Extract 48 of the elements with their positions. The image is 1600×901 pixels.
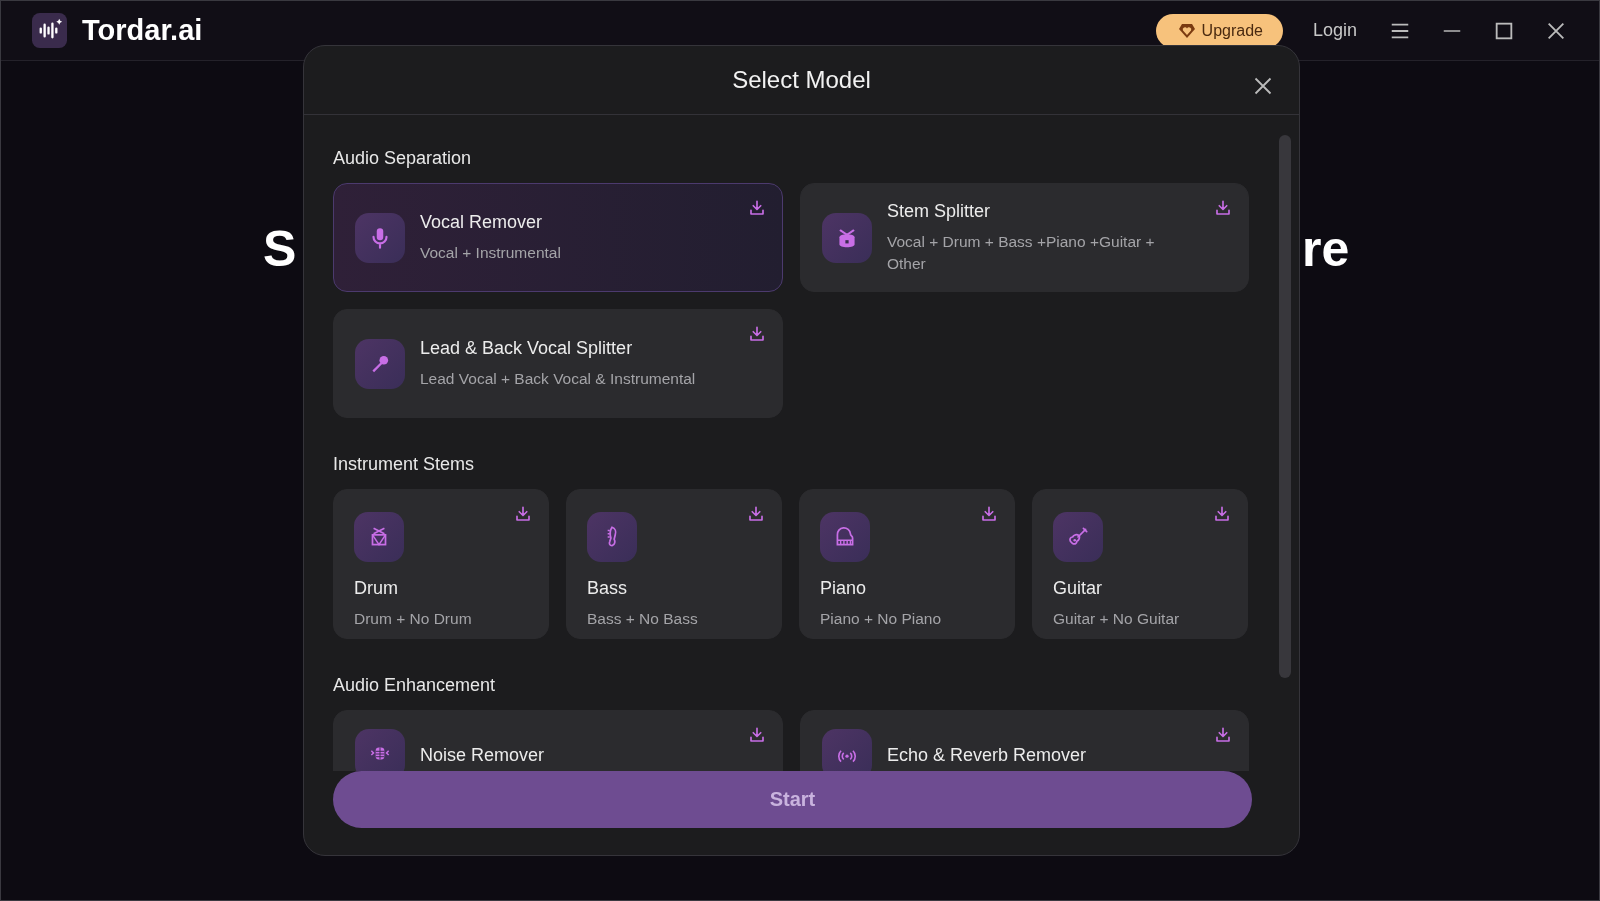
model-description: Drum + No Drum: [354, 609, 473, 629]
download-icon: [748, 726, 766, 744]
model-card[interactable]: Vocal Remover Vocal + Instrumental: [333, 183, 783, 292]
scrollbar[interactable]: [1279, 135, 1291, 678]
model-card[interactable]: Drum Drum + No Drum: [333, 489, 549, 639]
model-card[interactable]: Bass Bass + No Bass: [566, 489, 782, 639]
model-name: Echo & Reverb Remover: [887, 745, 1087, 766]
download-icon: [1213, 505, 1231, 523]
model-card[interactable]: Noise Remover: [333, 710, 783, 771]
download-icon: [514, 505, 532, 523]
section-title: Audio Separation: [333, 148, 473, 169]
download-icon: [1214, 726, 1232, 744]
model-name: Lead & Back Vocal Splitter: [420, 337, 634, 359]
model-name: Stem Splitter: [887, 200, 992, 222]
start-button[interactable]: Start: [333, 771, 1252, 828]
app-title: Tordar.ai: [82, 14, 203, 47]
model-card[interactable]: Lead & Back Vocal Splitter Lead Vocal + Back Vocal & Instrumental: [333, 309, 783, 418]
close-icon[interactable]: [1253, 76, 1273, 96]
model-name: Piano: [820, 578, 868, 599]
model-description: Piano + No Piano: [820, 609, 943, 629]
section-title: Audio Enhancement: [333, 675, 497, 696]
download-icon: [1214, 199, 1232, 217]
model-card[interactable]: Guitar Guitar + No Guitar: [1032, 489, 1248, 639]
login-link[interactable]: Login: [1312, 20, 1357, 41]
download-icon: [748, 325, 766, 343]
model-card[interactable]: Stem Splitter Vocal + Drum + Bass +Piano +Guitar + Other: [800, 183, 1249, 292]
upgrade-button[interactable]: Upgrade: [1155, 13, 1283, 48]
model-name: Bass: [587, 578, 629, 599]
model-description: Guitar + No Guitar: [1053, 609, 1181, 629]
model-description: Vocal + Instrumental: [420, 242, 561, 263]
model-description: Lead Vocal + Back Vocal & Instrumental: [420, 368, 696, 389]
app-logo-icon: [32, 13, 67, 48]
download-icon: [748, 199, 766, 217]
model-name: Vocal Remover: [420, 211, 544, 233]
model-name: Drum: [354, 578, 399, 599]
download-icon: [980, 505, 998, 523]
section-title: Instrument Stems: [333, 454, 476, 475]
model-card[interactable]: Echo & Reverb Remover: [800, 710, 1249, 771]
dialog-title: Select Model: [732, 66, 871, 94]
heading-text: re: [1302, 224, 1350, 274]
model-description: Bass + No Bass: [587, 609, 699, 629]
model-card[interactable]: Piano Piano + No Piano: [799, 489, 1015, 639]
model-description: Vocal + Drum + Bass +Piano +Guitar + Other: [887, 231, 1156, 274]
heading-text: S: [263, 224, 297, 274]
download-icon: [747, 505, 765, 523]
model-name: Noise Remover: [420, 745, 545, 766]
model-name: Guitar: [1053, 578, 1104, 599]
diamond-heart-icon: [1177, 22, 1196, 39]
